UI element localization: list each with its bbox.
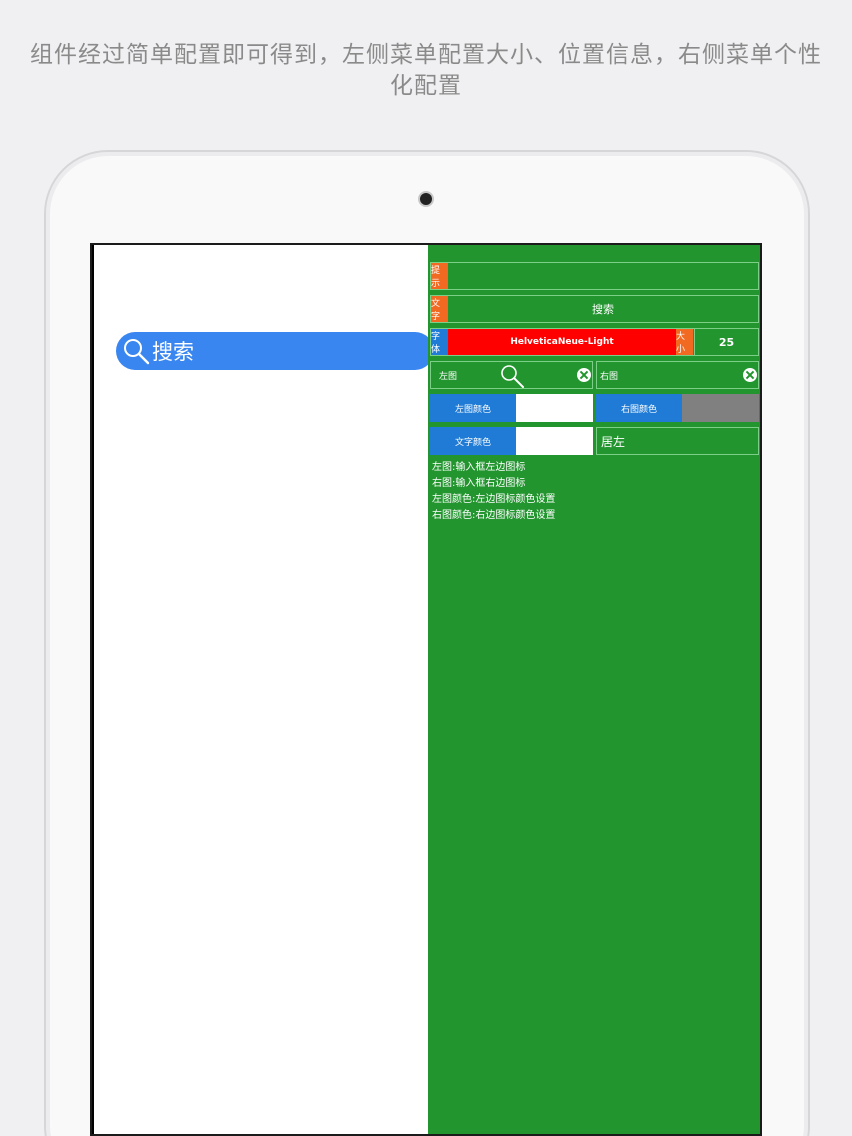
alignment-value: 居左 [601, 434, 626, 449]
left-image-label: 左图 [438, 371, 457, 382]
caption-line-1: 组件经过简单配置即可得到，左侧菜单配置大小、位置信息，右侧菜单个性 [30, 42, 822, 68]
alignment-select[interactable]: 居左 [596, 427, 759, 455]
left-image-row[interactable]: 左图 [430, 361, 593, 389]
left-color-label: 左图颜色 [430, 394, 516, 422]
font-select[interactable]: HelveticaNeue-Light [448, 329, 676, 355]
left-color-swatch[interactable] [516, 394, 593, 422]
demo-search-text: 搜索 [152, 340, 194, 364]
note-line: 右图:输入框右边图标 [432, 478, 526, 489]
note-line: 右图颜色:右边图标颜色设置 [432, 510, 556, 521]
font-tag: 字体 [431, 329, 448, 355]
text-input[interactable]: 搜索 [448, 296, 758, 322]
clear-icon [743, 368, 757, 382]
text-row: 文字 搜索 [430, 295, 759, 323]
text-tag: 文字 [431, 296, 448, 322]
placeholder-row: 提示 [430, 262, 759, 290]
right-image-row[interactable]: 右图 [596, 361, 759, 389]
camera-icon [420, 193, 432, 205]
size-tag: 大小 [676, 329, 693, 355]
config-pane: 提示 文字 搜索 字体 HelveticaNeue-Light 大小 25 左图… [428, 245, 760, 1134]
preview-pane: 搜索 [94, 245, 434, 1134]
font-row: 字体 HelveticaNeue-Light 大小 25 [430, 328, 759, 356]
clear-icon [577, 368, 591, 382]
text-color-label: 文字颜色 [430, 427, 516, 455]
caption-line-2: 化配置 [390, 73, 462, 99]
note-line: 左图颜色:左边图标颜色设置 [432, 494, 556, 505]
search-icon [124, 339, 150, 365]
placeholder-tag: 提示 [431, 263, 448, 289]
note-line: 左图:输入框左边图标 [432, 462, 526, 473]
demo-search-bar[interactable]: 搜索 [116, 332, 434, 370]
caption: 组件经过简单配置即可得到，左侧菜单配置大小、位置信息，右侧菜单个性 化配置 [0, 40, 852, 102]
size-input[interactable]: 25 [694, 329, 758, 355]
search-icon [501, 365, 524, 388]
screen: 搜索 提示 文字 搜索 字体 HelveticaNeue-Light 大小 25… [90, 243, 762, 1136]
help-notes: 左图:输入框左边图标 右图:输入框右边图标 左图颜色:左边图标颜色设置 右图颜色… [432, 460, 555, 524]
right-image-label: 右图 [599, 371, 618, 382]
text-color-swatch[interactable] [516, 427, 593, 455]
placeholder-input[interactable] [448, 263, 758, 289]
right-color-label: 右图颜色 [596, 394, 682, 422]
right-color-swatch[interactable] [682, 394, 759, 422]
